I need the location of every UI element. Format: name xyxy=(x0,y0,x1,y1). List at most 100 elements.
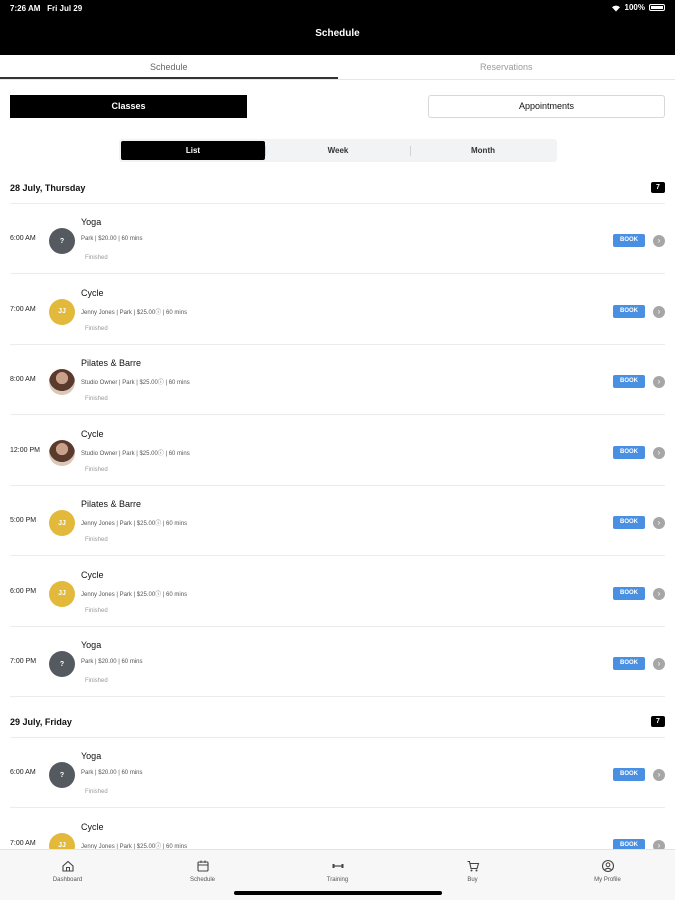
class-time: 7:00 PM xyxy=(10,658,37,665)
nav-label: My Profile xyxy=(594,877,621,883)
class-row[interactable]: 7:00 PM? Yoga Park | $20.00 | 60 mins Finis… xyxy=(0,627,675,697)
instructor-avatar xyxy=(49,439,75,466)
class-name: Pilates & Barre xyxy=(81,499,142,509)
wifi-icon xyxy=(611,5,620,11)
home-icon xyxy=(61,859,75,873)
status-time: 7:26 AM xyxy=(10,4,41,13)
instructor-avatar: ? xyxy=(49,228,75,254)
chevron-right-icon[interactable]: › xyxy=(653,376,665,388)
class-name: Cycle xyxy=(81,821,104,832)
book-button[interactable]: BOOK xyxy=(613,768,645,781)
instructor-avatar xyxy=(49,369,75,395)
day-header: 29 July, Friday 7 xyxy=(10,714,665,730)
class-time: 6:00 AM xyxy=(10,769,36,776)
class-details: Studio Owner | Park | $25.00ⓘ | 60 mins xyxy=(81,450,190,457)
class-details: Park | $20.00 | 60 mins xyxy=(81,659,143,665)
class-details: Park | $20.00 | 60 mins xyxy=(81,770,143,776)
class-row[interactable]: 7:00 AM JJ Cycle Jenny Jones | Park | $25.0… xyxy=(0,275,675,345)
class-details: Jenny Jones | Park | $25.00ⓘ | 60 mins xyxy=(81,521,188,527)
class-status: Finished xyxy=(85,396,108,402)
class-time: 7:00 AM xyxy=(10,839,36,847)
cart-icon xyxy=(466,859,480,873)
tab-reservations[interactable]: Reservations xyxy=(338,55,675,79)
status-bar-time: 7:26 AM Fri Jul 29 xyxy=(10,4,82,13)
dumbbell-icon xyxy=(331,859,345,873)
tab-schedule[interactable]: Schedule xyxy=(0,55,338,79)
status-bar-right: 100% xyxy=(611,3,665,12)
nav-my-profile[interactable]: My Profile xyxy=(540,850,675,900)
day-header: 28 July, Thursday 7 xyxy=(10,180,665,196)
class-row[interactable]: 6:00 AM? Yoga Park | $20.00 | 60 mins Finis… xyxy=(0,738,675,808)
nav-dashboard[interactable]: Dashboard xyxy=(0,850,135,900)
book-button[interactable]: BOOK xyxy=(613,445,645,459)
view-option-week[interactable]: Week xyxy=(266,141,410,160)
class-time: 6:00 PM xyxy=(10,587,37,595)
page-title: Schedule xyxy=(315,28,360,39)
chevron-right-icon[interactable]: › xyxy=(653,587,665,600)
nav-label: Schedule xyxy=(189,877,216,883)
class-row[interactable]: 5:00 PM JJ Pilates & Barre Jenny Jones | Pa… xyxy=(0,486,675,556)
instructor-avatar: JJ xyxy=(49,510,75,536)
view-option-month[interactable]: Month xyxy=(411,141,555,160)
top-tabs: Schedule Reservations xyxy=(0,55,675,80)
calendar-icon xyxy=(196,859,210,873)
classes-button[interactable]: Classes xyxy=(10,95,247,118)
class-row[interactable]: 8:00 AM Pilates & Barre Studio Owner | Par… xyxy=(0,345,675,415)
class-name: Yoga xyxy=(81,640,102,650)
chevron-right-icon[interactable]: › xyxy=(653,446,665,459)
chevron-right-icon[interactable]: › xyxy=(653,235,665,247)
chevron-right-icon[interactable]: › xyxy=(653,658,665,670)
instructor-avatar: ? xyxy=(49,651,75,677)
nav-label: Training xyxy=(326,877,349,883)
class-name: Cycle xyxy=(81,569,104,580)
day-title: 28 July, Thursday xyxy=(10,183,86,193)
book-button[interactable]: BOOK xyxy=(613,516,645,529)
book-button[interactable]: BOOK xyxy=(613,304,645,318)
class-details: Park | $20.00 | 60 mins xyxy=(81,236,143,242)
class-time: 8:00 AM xyxy=(10,376,36,383)
day-count-badge: 7 xyxy=(651,716,665,727)
day-title: 29 July, Friday xyxy=(10,717,72,727)
class-status: Finished xyxy=(85,678,108,684)
class-details: Jenny Jones | Park | $25.00ⓘ | 60 mins xyxy=(81,309,188,316)
instructor-avatar: ? xyxy=(49,762,75,788)
class-row[interactable]: 12:00 PM Cycle Studio Owner | Park | $25.0… xyxy=(0,416,675,486)
class-name: Cycle xyxy=(81,287,104,298)
appointments-button[interactable]: Appointments xyxy=(428,95,665,118)
class-status: Finished xyxy=(85,789,108,795)
nav-label: Buy xyxy=(467,877,478,883)
chevron-right-icon[interactable]: › xyxy=(653,517,665,529)
class-name: Yoga xyxy=(81,751,102,761)
class-name: Pilates & Barre xyxy=(81,358,142,368)
book-button[interactable]: BOOK xyxy=(613,657,645,670)
class-row[interactable]: 6:00 PM JJ Cycle Jenny Jones | Park | $25.0… xyxy=(0,557,675,627)
class-status: Finished xyxy=(85,255,108,261)
class-name: Cycle xyxy=(81,428,104,439)
class-status: Finished xyxy=(85,466,108,473)
chevron-right-icon[interactable]: › xyxy=(653,769,665,781)
day-count-badge: 7 xyxy=(651,182,665,193)
class-time: 6:00 AM xyxy=(10,235,36,242)
chevron-right-icon[interactable]: › xyxy=(653,305,665,318)
instructor-avatar: JJ xyxy=(49,298,75,325)
book-button[interactable]: BOOK xyxy=(613,586,645,600)
nav-label: Dashboard xyxy=(52,877,83,883)
class-status: Finished xyxy=(85,607,108,614)
book-button[interactable]: BOOK xyxy=(613,234,645,247)
book-button[interactable]: BOOK xyxy=(613,375,645,388)
class-time: 7:00 AM xyxy=(10,305,36,313)
class-time: 5:00 PM xyxy=(10,517,37,524)
class-status: Finished xyxy=(85,325,108,332)
view-switch: List Week Month xyxy=(119,139,557,162)
profile-icon xyxy=(601,859,615,873)
class-details: Studio Owner | Park | $25.00ⓘ | 60 mins xyxy=(81,380,190,386)
class-details: Jenny Jones | Park | $25.00ⓘ | 60 mins xyxy=(81,591,188,598)
class-time: 12:00 PM xyxy=(10,446,40,454)
class-row[interactable]: 6:00 AM? Yoga Park | $20.00 | 60 mins Finis… xyxy=(0,204,675,274)
battery-icon xyxy=(649,4,665,11)
class-name: Yoga xyxy=(81,217,102,227)
view-option-list[interactable]: List xyxy=(121,141,265,160)
home-indicator xyxy=(234,891,442,895)
class-status: Finished xyxy=(85,537,108,543)
top-bar: 7:26 AM Fri Jul 29 100% Schedule xyxy=(0,0,675,55)
